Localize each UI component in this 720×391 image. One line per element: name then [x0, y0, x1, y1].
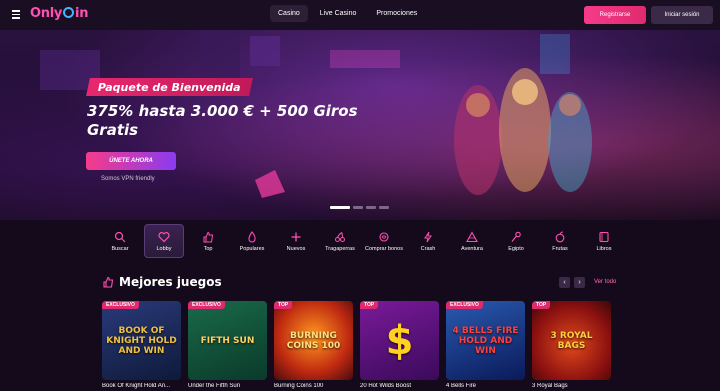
carousel-pager: ‹ ›: [559, 277, 585, 288]
main-nav: Casino Live Casino Promociones: [270, 5, 425, 22]
nav-promociones[interactable]: Promociones: [368, 5, 425, 22]
category-egipto[interactable]: Egipto: [496, 224, 536, 258]
category-label: Egipto: [508, 245, 524, 252]
game-card[interactable]: TOP 3 ROYAL BAGS 3 Royal Bags: [532, 301, 611, 389]
section-header: Mejores juegos: [102, 275, 222, 289]
game-title: 4 Bells Fire: [446, 383, 477, 389]
brand-logo[interactable]: Only in: [30, 6, 88, 21]
carousel-dot[interactable]: [353, 206, 363, 209]
see-all-link[interactable]: Ver todo: [594, 279, 616, 285]
category-label: Nuevos: [286, 245, 306, 252]
game-title: 20 Hot Wilds Boost: [360, 383, 412, 389]
thumbs-up-icon: [203, 231, 214, 242]
bonus-icon: [379, 231, 389, 242]
search-icon: [114, 231, 126, 242]
game-art-title: 3 ROYAL BAGS: [550, 330, 593, 351]
game-title: Burning Coins 100: [274, 383, 324, 389]
triangle-icon: [466, 230, 478, 242]
game-thumbnail[interactable]: TOP BURNING COINS 100: [274, 301, 353, 380]
game-art-title: 4 BELLS FIRE HOLD AND WIN: [452, 325, 519, 356]
top-bar: Only in Casino Live Casino Promociones Re…: [0, 0, 720, 30]
lightning-icon: [424, 231, 432, 242]
plus-icon: [291, 232, 301, 241]
carousel-dot[interactable]: [379, 206, 389, 209]
game-badge: TOP: [360, 301, 379, 309]
game-title: 3 Royal Bags: [532, 383, 568, 389]
game-badge: EXCLUSIVO: [446, 301, 483, 309]
section-title: Mejores juegos: [119, 275, 222, 289]
game-title: Book Of Knight Hold An...: [102, 383, 171, 389]
category-label: Comprar bonos: [365, 245, 403, 252]
game-thumbnail[interactable]: EXCLUSIVO BOOK OF KNIGHT HOLD AND WIN: [102, 301, 181, 380]
carousel-dot[interactable]: [330, 206, 350, 209]
game-thumbnail[interactable]: TOP $: [360, 301, 439, 380]
promo-tag: Paquete de Bienvenida: [86, 78, 253, 96]
hero-banner[interactable]: Paquete de Bienvenida 375% hasta 3.000 €…: [0, 30, 720, 220]
game-thumbnail[interactable]: EXCLUSIVO 4 BELLS FIRE HOLD AND WIN: [446, 301, 525, 380]
game-card[interactable]: EXCLUSIVO FIFTH SUN Under the Fifth Sun: [188, 301, 267, 389]
category-lobby[interactable]: Lobby: [144, 224, 184, 258]
game-thumbnail[interactable]: EXCLUSIVO FIFTH SUN: [188, 301, 267, 380]
category-label: Populares: [239, 245, 265, 252]
category-label: Aventura: [461, 245, 483, 252]
hamburger-menu-icon[interactable]: [12, 10, 20, 19]
game-title: Under the Fifth Sun: [188, 383, 241, 389]
category-top[interactable]: Top: [188, 224, 228, 258]
category-label: Crash: [420, 245, 436, 252]
category-libros[interactable]: Libros: [584, 224, 624, 258]
game-badge: EXCLUSIVO: [188, 301, 225, 309]
category-label: Top: [203, 245, 213, 252]
book-icon: [599, 231, 609, 242]
ankh-icon: [511, 231, 521, 242]
next-button[interactable]: ›: [574, 277, 585, 288]
game-card[interactable]: EXCLUSIVO 4 BELLS FIRE HOLD AND WIN 4 Be…: [446, 301, 525, 389]
game-badge: TOP: [532, 301, 551, 309]
category-label: Libros: [596, 245, 612, 252]
nav-casino[interactable]: Casino: [270, 5, 308, 22]
register-button[interactable]: Registrarse: [584, 6, 646, 24]
category-nuevos[interactable]: Nuevos: [276, 224, 316, 258]
games-row: EXCLUSIVO BOOK OF KNIGHT HOLD AND WIN Bo…: [102, 301, 611, 389]
game-art-title: $: [385, 317, 414, 364]
category-aventura[interactable]: Aventura: [452, 224, 492, 258]
flame-icon: [248, 230, 256, 242]
category-populares[interactable]: Populares: [232, 224, 272, 258]
category-frutas[interactable]: Frutas: [540, 224, 580, 258]
game-thumbnail[interactable]: TOP 3 ROYAL BAGS: [532, 301, 611, 380]
category-label: Tragaperras: [325, 245, 355, 252]
hero-title: 375% hasta 3.000 € + 500 Giros Gratis: [87, 102, 358, 139]
category-label: Buscar: [111, 245, 129, 252]
game-art-title: FIFTH SUN: [200, 335, 255, 346]
carousel-dots: [330, 206, 389, 209]
category-crash[interactable]: Crash: [408, 224, 448, 258]
join-now-button[interactable]: ÚNETE AHORA: [86, 152, 176, 170]
game-art-title: BOOK OF KNIGHT HOLD AND WIN: [106, 325, 177, 356]
category-tragaperras[interactable]: Tragaperras: [320, 224, 360, 258]
category-label: Frutas: [552, 245, 568, 252]
cherries-icon: [335, 231, 345, 242]
game-card[interactable]: EXCLUSIVO BOOK OF KNIGHT HOLD AND WIN Bo…: [102, 301, 181, 389]
fruit-icon: [555, 231, 565, 242]
game-badge: EXCLUSIVO: [102, 301, 139, 309]
prev-button[interactable]: ‹: [559, 277, 570, 288]
category-label: Lobby: [156, 245, 172, 252]
category-comprar-bonos[interactable]: Comprar bonos: [364, 224, 404, 258]
login-button[interactable]: Iniciar sesión: [651, 6, 713, 24]
game-card[interactable]: TOP $ 20 Hot Wilds Boost: [360, 301, 439, 389]
category-bar: Buscar Lobby Top Populares Nuevos Tragap…: [100, 224, 624, 258]
vpn-note: Somos VPN friendly: [101, 176, 155, 182]
game-badge: TOP: [274, 301, 293, 309]
heart-icon: [158, 231, 170, 242]
game-art-title: BURNING COINS 100: [286, 330, 341, 351]
category-buscar[interactable]: Buscar: [100, 224, 140, 258]
thumbs-up-icon: [103, 276, 114, 288]
carousel-dot[interactable]: [366, 206, 376, 209]
nav-live-casino[interactable]: Live Casino: [312, 5, 365, 22]
game-card[interactable]: TOP BURNING COINS 100 Burning Coins 100: [274, 301, 353, 389]
